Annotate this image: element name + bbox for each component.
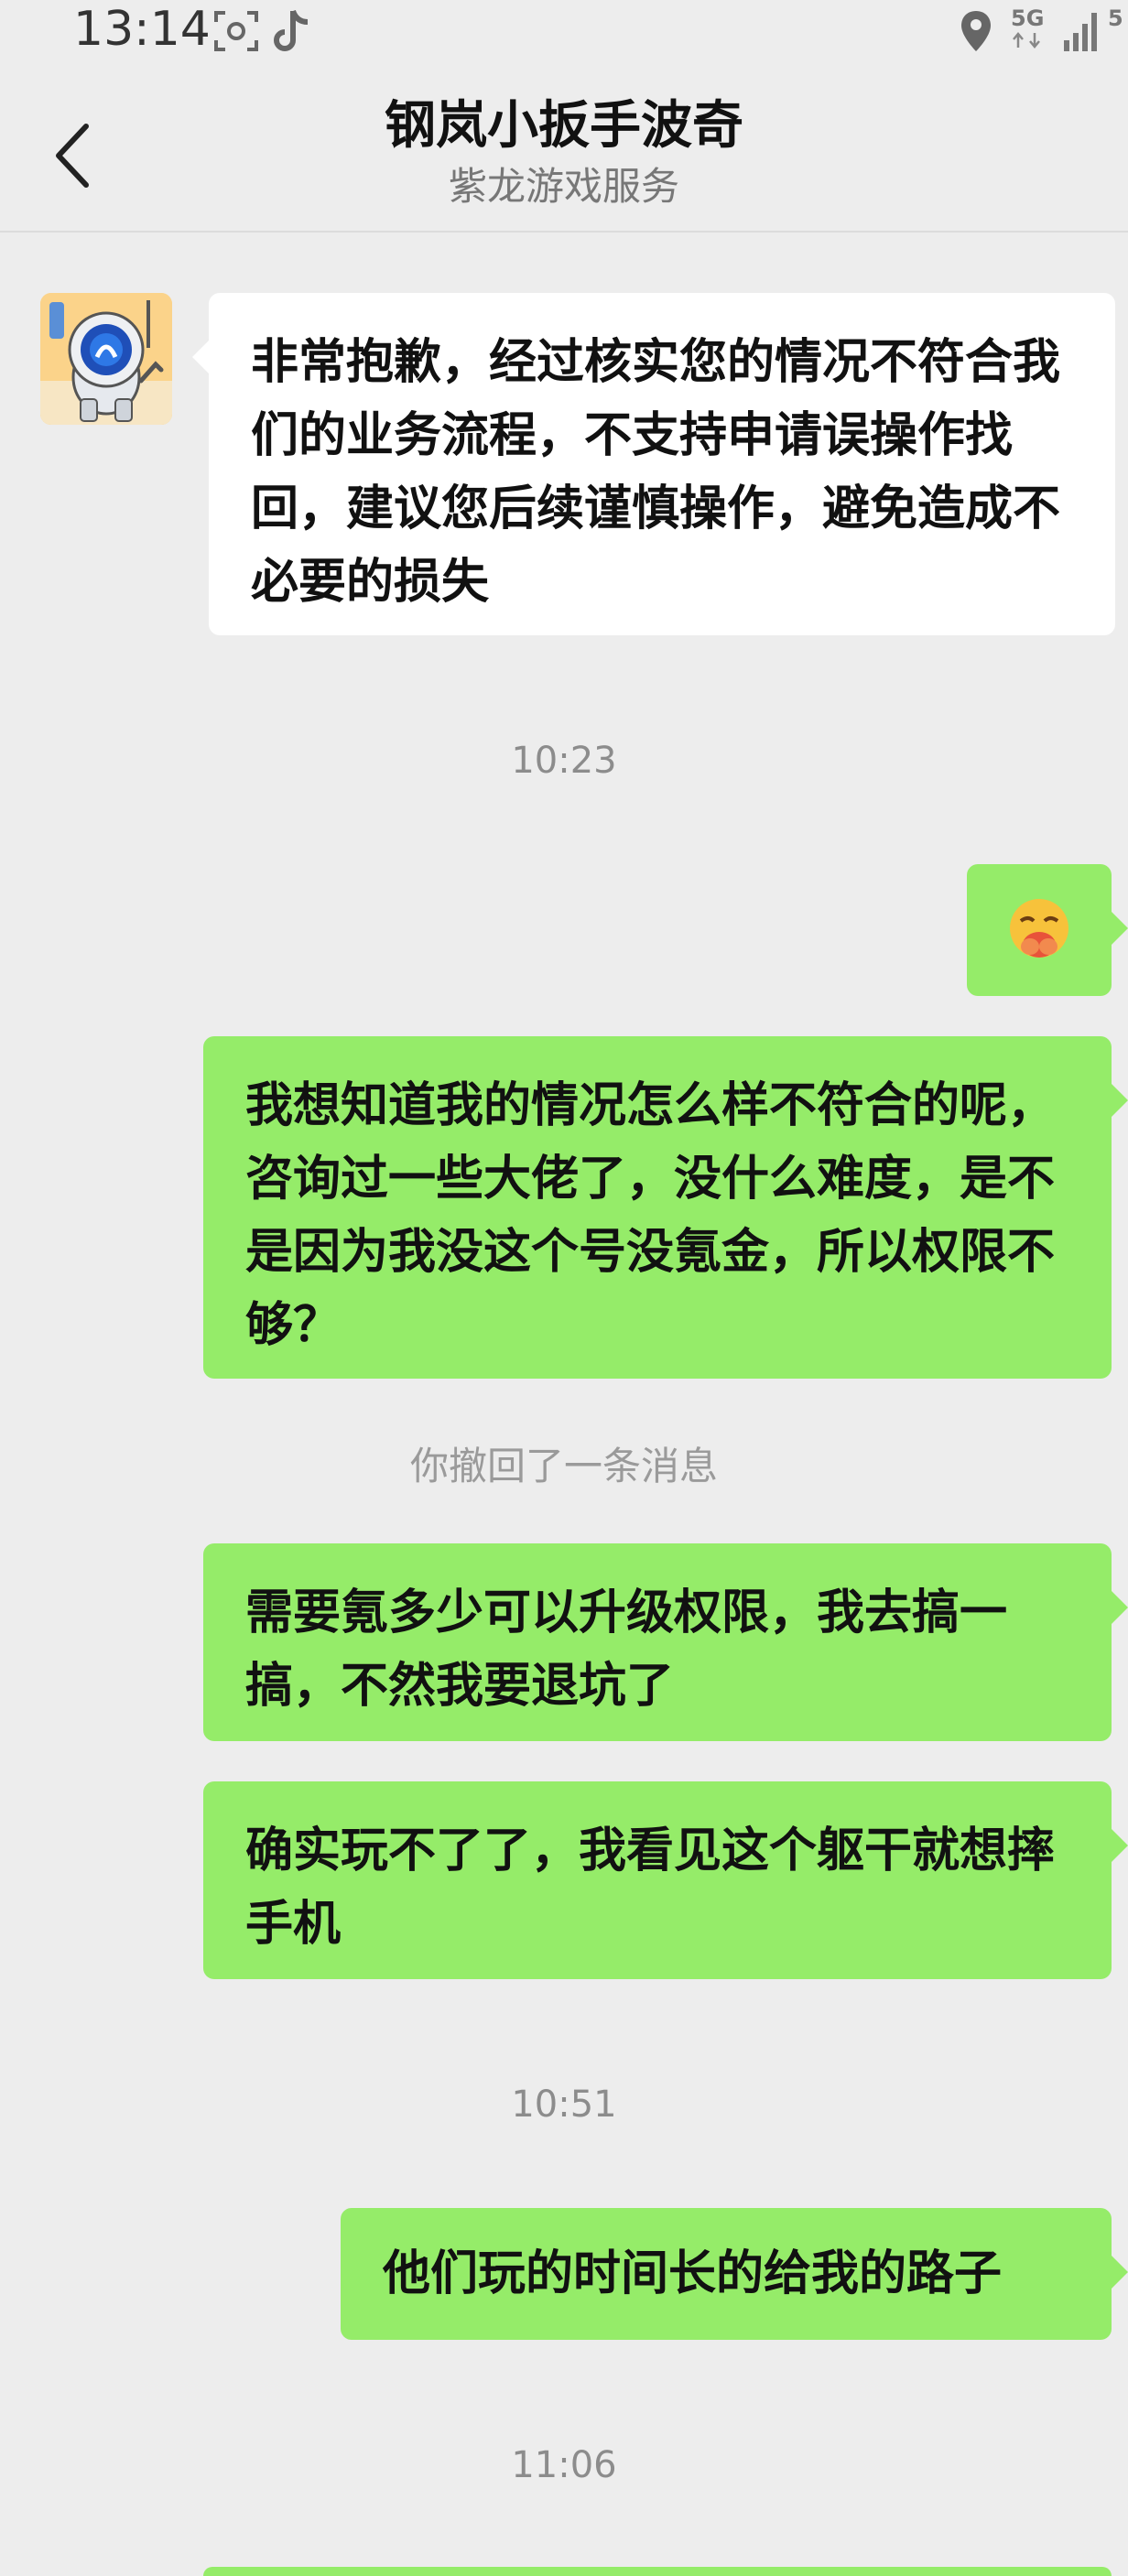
signal-icon (1064, 13, 1097, 51)
status-bar: 13:14 5G 5 (0, 0, 1128, 60)
chat-header: 钢岚小扳手波奇 紫龙游戏服务 (0, 60, 1128, 233)
network-type-2: 5 (1108, 5, 1123, 31)
message-bubble-emoji[interactable] (967, 864, 1128, 996)
chat-title: 钢岚小扳手波奇 (385, 96, 743, 156)
timestamp: 11:06 (511, 2444, 617, 2486)
contact-avatar[interactable] (40, 293, 172, 425)
covering-mouth-emoji-icon (1010, 899, 1068, 958)
robot-avatar-icon (40, 293, 172, 425)
screen-scan-icon (214, 11, 258, 51)
timestamp: 10:51 (511, 2084, 617, 2126)
message-bubble-outgoing[interactable]: 需要氪多少可以升级权限，我去搞一搞，不然我要退坑了 (203, 1543, 1128, 1741)
location-icon (961, 11, 991, 51)
recall-notice: 你撤回了一条消息 (409, 1444, 718, 1488)
data-arrows-icon (1013, 32, 1040, 49)
message-bubble-outgoing[interactable]: 确实玩不了了，我看见这个躯干就想摔手机 (203, 1781, 1128, 1979)
timestamp: 10:23 (511, 740, 617, 782)
chat-subtitle: 紫龙游戏服务 (448, 164, 679, 209)
message-bubble-outgoing[interactable]: 我想知道我的情况怎么样不符合的呢，咨询过一些大佬了，没什么难度，是不是因为我没这… (203, 1036, 1128, 1379)
tiktok-icon (274, 9, 309, 51)
message-bubble-incoming[interactable]: 非常抱歉，经过核实您的情况不符合我们的业务流程，不支持申请误操作找回，建议您后续… (192, 293, 1115, 635)
status-time: 13:14 (73, 2, 211, 57)
network-type: 5G (1011, 5, 1045, 31)
message-bubble-outgoing[interactable]: 他们玩的时间长的给我的路子 (341, 2208, 1128, 2340)
message-bubble-outgoing-partial[interactable] (203, 2567, 1112, 2576)
